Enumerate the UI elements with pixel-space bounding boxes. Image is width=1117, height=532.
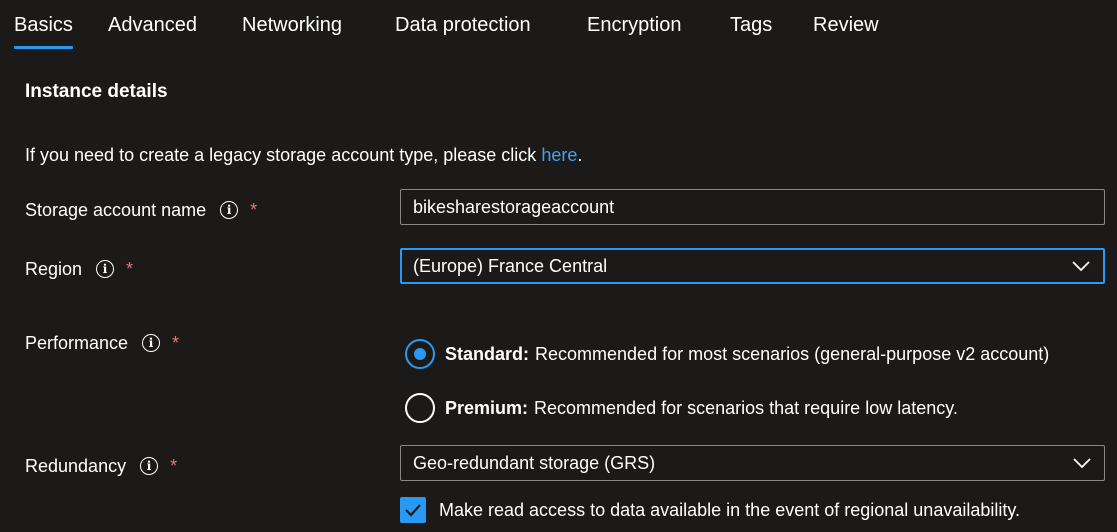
redundancy-label-row: Redundancy i * [25,452,177,480]
legacy-here-link[interactable]: here [541,145,577,165]
tab-basics[interactable]: Basics [14,10,73,49]
storage-name-label: Storage account name [25,199,207,220]
premium-option-title: Premium: [445,397,529,418]
region-label: Region [25,258,83,279]
legacy-notice-text: If you need to create a legacy storage a… [25,145,542,165]
required-marker: * [170,455,178,476]
performance-label: Performance [25,332,129,353]
checkmark-icon [405,504,421,517]
read-access-checkbox-row[interactable]: Make read access to data available in th… [400,496,1020,524]
tab-networking[interactable]: Networking [242,10,342,40]
radio-premium[interactable] [405,393,435,423]
redundancy-dropdown[interactable]: Geo-redundant storage (GRS) [400,445,1105,481]
storage-account-name-input[interactable]: bikesharestorageaccount [400,189,1105,225]
tab-data-protection[interactable]: Data protection [395,10,531,40]
storage-name-label-row: Storage account name i * [25,196,257,224]
region-dropdown[interactable]: (Europe) France Central [400,248,1105,284]
read-access-label: Make read access to data available in th… [439,499,1021,520]
tab-advanced[interactable]: Advanced [108,10,197,40]
tab-tags[interactable]: Tags [730,10,772,40]
info-icon[interactable]: i [140,457,159,475]
info-icon[interactable]: i [142,334,161,352]
performance-premium-option[interactable]: Premium: Recommended for scenarios that … [405,392,958,424]
legacy-account-notice: If you need to create a legacy storage a… [25,141,582,169]
chevron-down-icon [1072,261,1090,272]
performance-standard-option[interactable]: Standard: Recommended for most scenarios… [405,338,1049,370]
chevron-down-icon [1073,458,1091,469]
required-marker: * [250,199,258,220]
tab-review[interactable]: Review [813,10,879,40]
section-title: Instance details [25,81,168,102]
read-access-checkbox[interactable] [400,497,426,523]
tab-bar: Basics Advanced Networking Data protecti… [0,0,1117,50]
performance-label-row: Performance i * [25,329,179,357]
standard-option-desc: Recommended for most scenarios (general-… [535,343,1050,364]
radio-standard[interactable] [405,339,435,369]
info-icon[interactable]: i [96,260,115,278]
tab-encryption[interactable]: Encryption [587,10,682,40]
required-marker: * [126,258,134,279]
premium-option-desc: Recommended for scenarios that require l… [534,397,958,418]
info-icon[interactable]: i [220,201,239,219]
redundancy-selected-value: Geo-redundant storage (GRS) [413,453,656,473]
legacy-notice-suffix: . [577,145,583,165]
region-selected-value: (Europe) France Central [413,256,608,276]
region-label-row: Region i * [25,255,133,283]
create-storage-account-form: Basics Advanced Networking Data protecti… [0,0,1117,532]
standard-option-title: Standard: [445,343,530,364]
required-marker: * [172,332,180,353]
redundancy-label: Redundancy [25,455,127,476]
